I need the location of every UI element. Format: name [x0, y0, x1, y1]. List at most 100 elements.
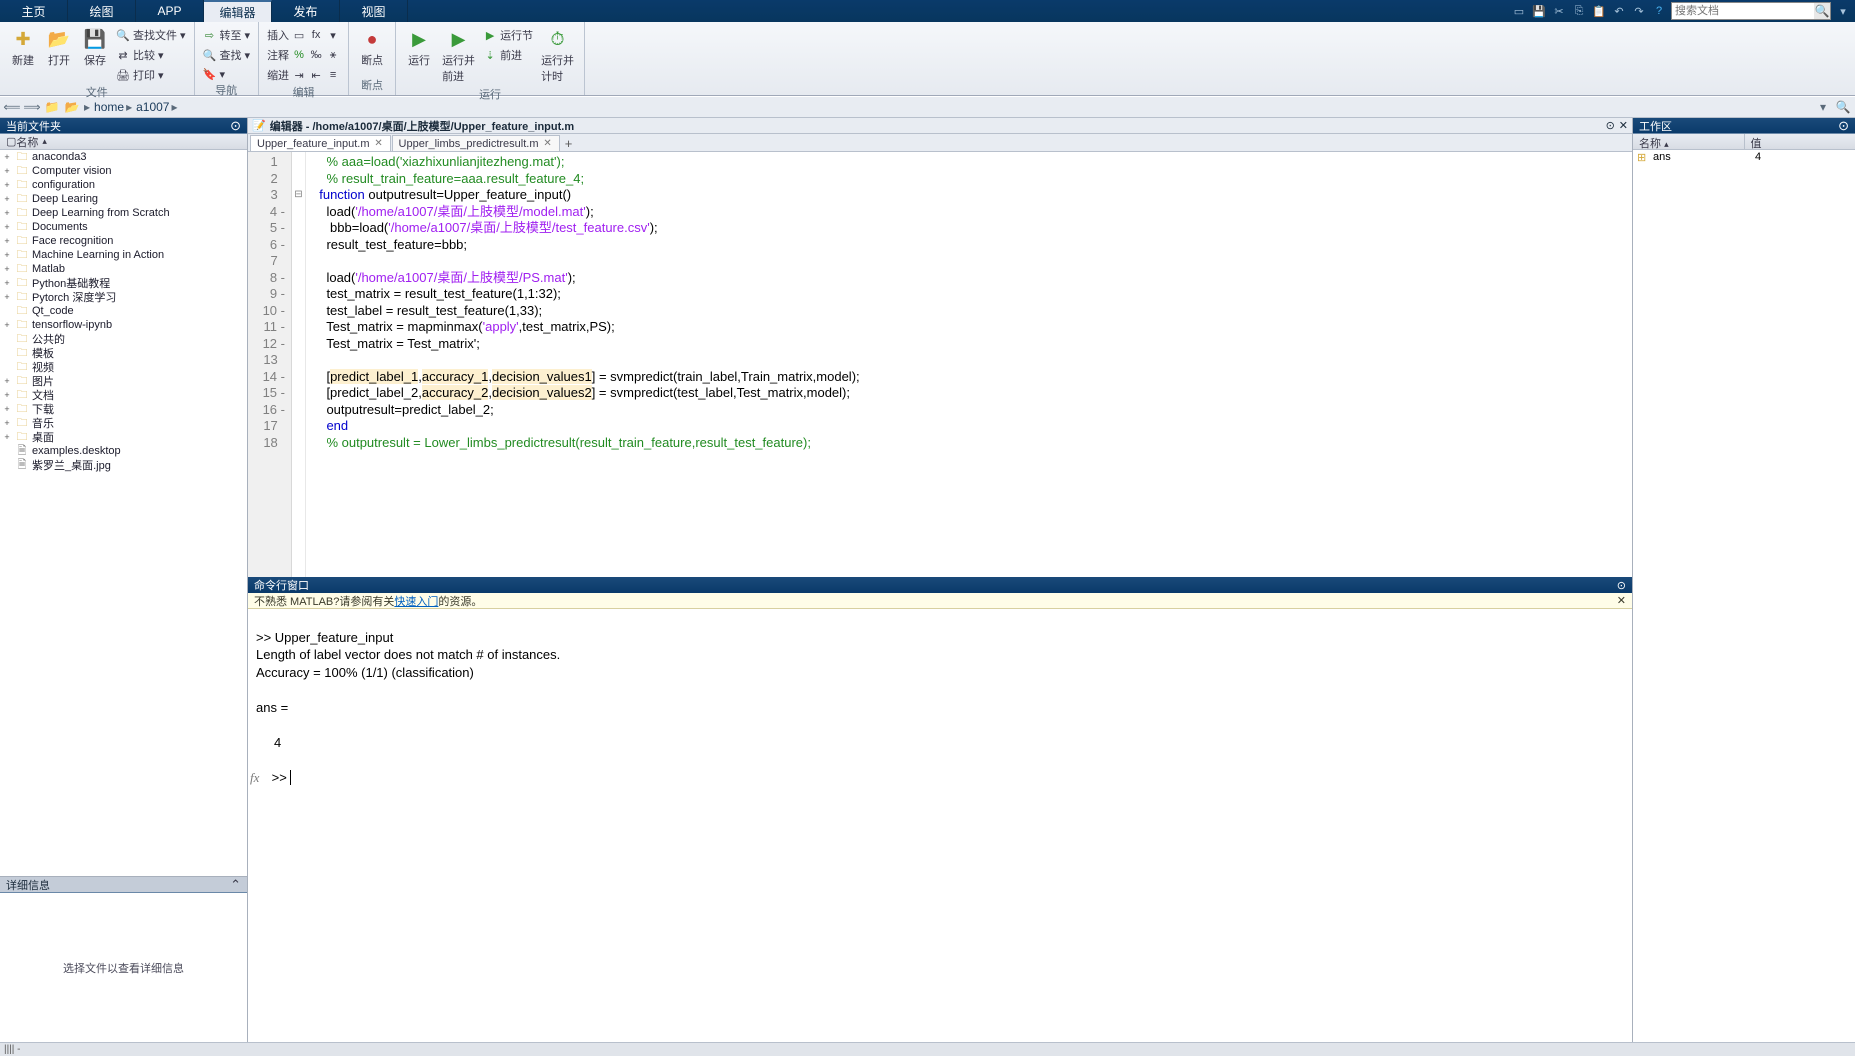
- cut-icon[interactable]: ✂: [1551, 3, 1567, 19]
- hint-close-icon[interactable]: ✕: [1617, 594, 1626, 607]
- editor-tab[interactable]: Upper_limbs_predictresult.m✕: [392, 135, 560, 151]
- find-button[interactable]: 🔍查找▾: [201, 46, 253, 64]
- advance-button[interactable]: ⇣前进: [481, 46, 535, 64]
- command-window-title: 命令行窗口⊙: [248, 577, 1632, 593]
- comment-button[interactable]: 注释 %‰⚹: [265, 46, 342, 64]
- run-advance-button[interactable]: ▶运行并 前进: [438, 26, 479, 86]
- menu-tab-3[interactable]: 编辑器: [204, 0, 272, 22]
- run-button[interactable]: ▶运行: [402, 26, 436, 86]
- file-list-header[interactable]: ▢ 名称 ▴: [0, 134, 247, 150]
- tree-item[interactable]: +🗀Pytorch 深度学习: [0, 290, 247, 304]
- editor-menu-icon[interactable]: ⊙: [1606, 119, 1615, 132]
- tree-item[interactable]: +🗀Machine Learning in Action: [0, 248, 247, 262]
- workspace-var[interactable]: ⊞ans4: [1633, 150, 1855, 165]
- editor-titlebar: 📝 编辑器 - /home/a1007/桌面/上肢模型/Upper_featur…: [248, 118, 1632, 134]
- overflow-icon[interactable]: ▾: [1835, 3, 1851, 19]
- tree-item[interactable]: +🗀Computer vision: [0, 164, 247, 178]
- tree-item[interactable]: +🗀tensorflow-ipynb: [0, 318, 247, 332]
- tree-item[interactable]: +🗀Deep Learning from Scratch: [0, 206, 247, 220]
- breakpoints-button[interactable]: ●断点: [355, 26, 389, 70]
- fx-icon[interactable]: fx: [250, 770, 259, 787]
- editor-close-icon[interactable]: ✕: [1619, 119, 1628, 132]
- tree-item[interactable]: 🗎examples.desktop: [0, 444, 247, 458]
- tab-close-icon[interactable]: ✕: [374, 139, 384, 149]
- command-window-body[interactable]: >> Upper_feature_input Length of label v…: [248, 609, 1632, 1042]
- save-button[interactable]: 💾保存: [78, 26, 112, 84]
- print-button[interactable]: 🖨打印▾: [114, 66, 188, 84]
- workspace-title: 工作区⊙: [1633, 118, 1855, 134]
- editor-body[interactable]: 1 2 3 4 -5 -6 -7 8 -9 -10 -11 -12 -13 14…: [248, 152, 1632, 577]
- tree-item[interactable]: +🗀anaconda3: [0, 150, 247, 164]
- addr-user[interactable]: a1007▸: [136, 100, 177, 114]
- workspace-menu-icon[interactable]: ⊙: [1838, 118, 1849, 134]
- tab-close-icon[interactable]: ✕: [543, 139, 553, 149]
- menu-tab-5[interactable]: 视图: [340, 0, 408, 22]
- search-button[interactable]: 🔍: [1814, 3, 1830, 19]
- group-label-run: 运行: [402, 86, 578, 104]
- tree-item[interactable]: +🗀桌面: [0, 430, 247, 444]
- tree-item[interactable]: +🗀文档: [0, 388, 247, 402]
- insert-button[interactable]: 插入 ▭fx▾: [265, 26, 342, 44]
- tree-item[interactable]: 🗀公共的: [0, 332, 247, 346]
- addr-dropdown[interactable]: ▾: [1815, 99, 1831, 115]
- cmdwin-menu-icon[interactable]: ⊙: [1617, 579, 1626, 592]
- getting-started-link[interactable]: 快速入门: [394, 593, 438, 609]
- ws-col-name[interactable]: 名称 ▴: [1633, 134, 1745, 149]
- group-label-edit: 编辑: [265, 84, 342, 102]
- menu-tab-2[interactable]: APP: [136, 0, 204, 22]
- search-input[interactable]: [1672, 3, 1814, 19]
- status-bar: |||| -: [0, 1042, 1855, 1056]
- tree-item[interactable]: +🗀configuration: [0, 178, 247, 192]
- back-button[interactable]: ⟸: [4, 99, 20, 115]
- tree-item[interactable]: +🗀下载: [0, 402, 247, 416]
- save-icon[interactable]: 💾: [1531, 3, 1547, 19]
- indent-button[interactable]: 缩进 ⇥⇤≡: [265, 66, 342, 84]
- tree-item[interactable]: +🗀音乐: [0, 416, 247, 430]
- find-files-button[interactable]: 🔍查找文件▾: [114, 26, 188, 44]
- group-label-nav: 导航: [201, 82, 253, 100]
- menu-tab-1[interactable]: 绘图: [68, 0, 136, 22]
- details-title: 详细信息⌃: [0, 877, 247, 893]
- tree-item[interactable]: +🗀Deep Learing: [0, 192, 247, 206]
- menu-tab-4[interactable]: 发布: [272, 0, 340, 22]
- doc-icon[interactable]: ▭: [1511, 3, 1527, 19]
- compare-button[interactable]: ⇄比较▾: [114, 46, 188, 64]
- tree-item[interactable]: +🗀Face recognition: [0, 234, 247, 248]
- bookmark-button[interactable]: 🔖▾: [201, 66, 253, 82]
- tree-item[interactable]: 🗀视频: [0, 360, 247, 374]
- tree-item[interactable]: +🗀图片: [0, 374, 247, 388]
- toolstrip: ✚新建 📂打开 💾保存 🔍查找文件▾ ⇄比较▾ 🖨打印▾ 文件 ⇨转至▾ 🔍查找…: [0, 22, 1855, 96]
- goto-button[interactable]: ⇨转至▾: [201, 26, 253, 44]
- details-empty: 选择文件以查看详细信息: [0, 893, 247, 1042]
- tree-item[interactable]: +🗀Python基础教程: [0, 276, 247, 290]
- editor-tab[interactable]: Upper_feature_input.m✕: [250, 135, 391, 151]
- run-time-button[interactable]: ⏱运行并 计时: [537, 26, 578, 86]
- tree-item[interactable]: 🗀模板: [0, 346, 247, 360]
- open-button[interactable]: 📂打开: [42, 26, 76, 84]
- tree-item[interactable]: 🗎紫罗兰_桌面.jpg: [0, 458, 247, 472]
- browse-button[interactable]: 📂: [64, 99, 80, 115]
- redo-icon[interactable]: ↷: [1631, 3, 1647, 19]
- menu-tab-0[interactable]: 主页: [0, 0, 68, 22]
- command-window-hint: 不熟悉 MATLAB?请参阅有关快速入门的资源。 ✕: [248, 593, 1632, 609]
- details-close-icon[interactable]: ⌃: [230, 877, 241, 893]
- workspace-list[interactable]: ⊞ans4: [1633, 150, 1855, 165]
- addr-home[interactable]: home▸: [94, 100, 132, 114]
- paste-icon[interactable]: 📋: [1591, 3, 1607, 19]
- addr-search-icon[interactable]: 🔍: [1835, 99, 1851, 115]
- ws-col-value[interactable]: 值: [1745, 134, 1855, 149]
- tree-item[interactable]: 🗀Qt_code: [0, 304, 247, 318]
- tab-add-button[interactable]: +: [561, 135, 577, 151]
- file-tree[interactable]: +🗀anaconda3+🗀Computer vision+🗀configurat…: [0, 150, 247, 876]
- undo-icon[interactable]: ↶: [1611, 3, 1627, 19]
- up-button[interactable]: 📁: [44, 99, 60, 115]
- run-section-button[interactable]: ▶运行节: [481, 26, 535, 44]
- current-folder-menu-icon[interactable]: ⊙: [230, 118, 241, 134]
- new-button[interactable]: ✚新建: [6, 26, 40, 84]
- forward-button[interactable]: ⟹: [24, 99, 40, 115]
- tree-item[interactable]: +🗀Documents: [0, 220, 247, 234]
- tree-item[interactable]: +🗀Matlab: [0, 262, 247, 276]
- help-icon[interactable]: ?: [1651, 3, 1667, 19]
- editor-doc-icon: 📝: [252, 119, 266, 132]
- copy-icon[interactable]: ⎘: [1571, 3, 1587, 19]
